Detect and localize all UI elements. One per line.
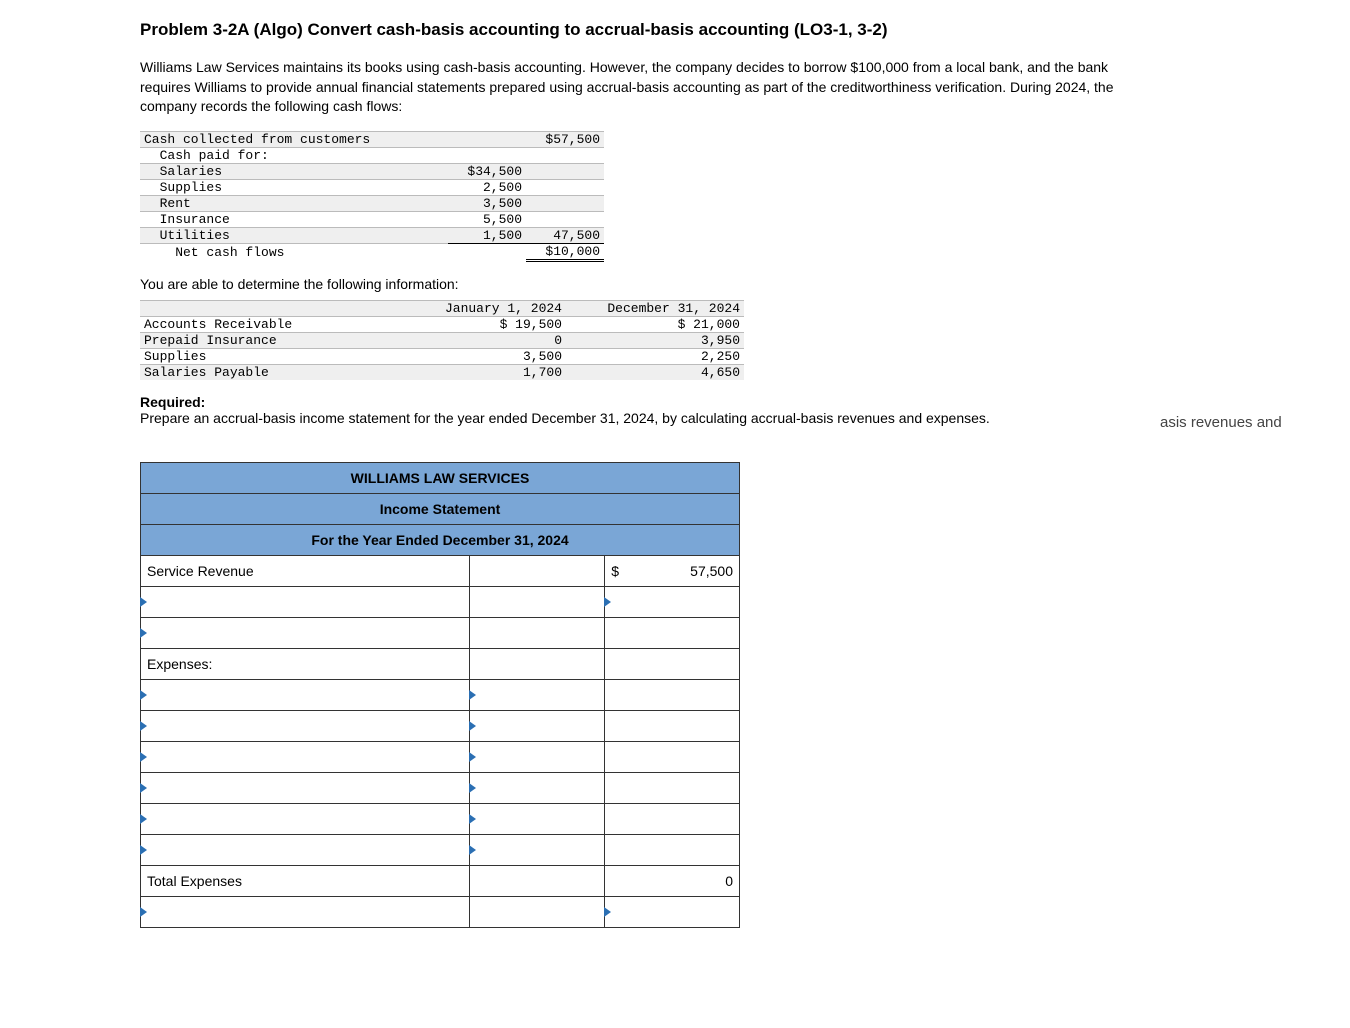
chevron-right-icon: [604, 597, 611, 607]
is-header-title: Income Statement: [141, 493, 740, 524]
chevron-right-icon: [140, 721, 147, 731]
cf-label: Cash collected from customers: [140, 131, 448, 147]
row-exp-amt1-4[interactable]: [470, 772, 605, 803]
problem-title: Problem 3-2A (Algo) Convert cash-basis a…: [140, 20, 1350, 40]
row-expenses-amt2[interactable]: [605, 648, 740, 679]
chevron-right-icon: [140, 783, 147, 793]
row-exp-amt2-5[interactable]: [605, 803, 740, 834]
row-exp-dropdown-5[interactable]: [141, 803, 470, 834]
row-exp-dropdown-6[interactable]: [141, 834, 470, 865]
row-amt2-1[interactable]: [605, 586, 740, 617]
row-exp-amt2-6[interactable]: [605, 834, 740, 865]
row-exp-amt2-3[interactable]: [605, 741, 740, 772]
chevron-right-icon: [140, 845, 147, 855]
chevron-right-icon: [469, 845, 476, 855]
chevron-right-icon: [140, 814, 147, 824]
row-exp-amt1-3[interactable]: [470, 741, 605, 772]
row-bottom-amt2[interactable]: [605, 896, 740, 927]
row-total-expenses-amt1[interactable]: [470, 865, 605, 896]
row-amt1-2[interactable]: [470, 617, 605, 648]
balances-intro: You are able to determine the following …: [140, 276, 1350, 292]
row-exp-dropdown-2[interactable]: [141, 710, 470, 741]
overflow-text-fragment: asis revenues and: [1160, 414, 1282, 431]
row-exp-amt2-2[interactable]: [605, 710, 740, 741]
is-header-period: For the Year Ended December 31, 2024: [141, 524, 740, 555]
row-expenses-label: Expenses:: [141, 648, 470, 679]
row-bottom-amt1[interactable]: [470, 896, 605, 927]
row-exp-dropdown-4[interactable]: [141, 772, 470, 803]
row-total-expenses-label: Total Expenses: [141, 865, 470, 896]
row-exp-amt1-6[interactable]: [470, 834, 605, 865]
cash-flows-table: Cash collected from customers$57,500 Cas…: [140, 131, 604, 262]
chevron-right-icon: [469, 690, 476, 700]
row-dropdown-2[interactable]: [141, 617, 470, 648]
row-total-expenses-amt2: 0: [605, 865, 740, 896]
row-exp-dropdown-1[interactable]: [141, 679, 470, 710]
intro-paragraph: Williams Law Services maintains its book…: [140, 58, 1140, 117]
col-jan: January 1, 2024: [398, 300, 566, 316]
row-bottom-dropdown[interactable]: [141, 896, 470, 927]
row-exp-amt1-1[interactable]: [470, 679, 605, 710]
row-exp-amt2-1[interactable]: [605, 679, 740, 710]
chevron-right-icon: [604, 907, 611, 917]
col-dec: December 31, 2024: [566, 300, 744, 316]
chevron-right-icon: [469, 783, 476, 793]
income-statement-form: WILLIAMS LAW SERVICES Income Statement F…: [140, 462, 740, 928]
row-exp-amt1-5[interactable]: [470, 803, 605, 834]
row-exp-amt1-2[interactable]: [470, 710, 605, 741]
row-amt1-1[interactable]: [470, 586, 605, 617]
row-exp-amt2-4[interactable]: [605, 772, 740, 803]
row-expenses-amt1[interactable]: [470, 648, 605, 679]
chevron-right-icon: [140, 752, 147, 762]
chevron-right-icon: [140, 907, 147, 917]
row-service-revenue-amt1[interactable]: [470, 555, 605, 586]
chevron-right-icon: [469, 721, 476, 731]
row-service-revenue-amt2: $ 57,500: [605, 555, 740, 586]
row-service-revenue-label: Service Revenue: [141, 555, 470, 586]
chevron-right-icon: [140, 628, 147, 638]
row-dropdown-1[interactable]: [141, 586, 470, 617]
chevron-right-icon: [469, 752, 476, 762]
is-header-company: WILLIAMS LAW SERVICES: [141, 462, 740, 493]
chevron-right-icon: [469, 814, 476, 824]
chevron-right-icon: [140, 597, 147, 607]
chevron-right-icon: [140, 690, 147, 700]
row-amt2-2[interactable]: [605, 617, 740, 648]
balances-table: January 1, 2024 December 31, 2024 Accoun…: [140, 300, 744, 380]
row-exp-dropdown-3[interactable]: [141, 741, 470, 772]
